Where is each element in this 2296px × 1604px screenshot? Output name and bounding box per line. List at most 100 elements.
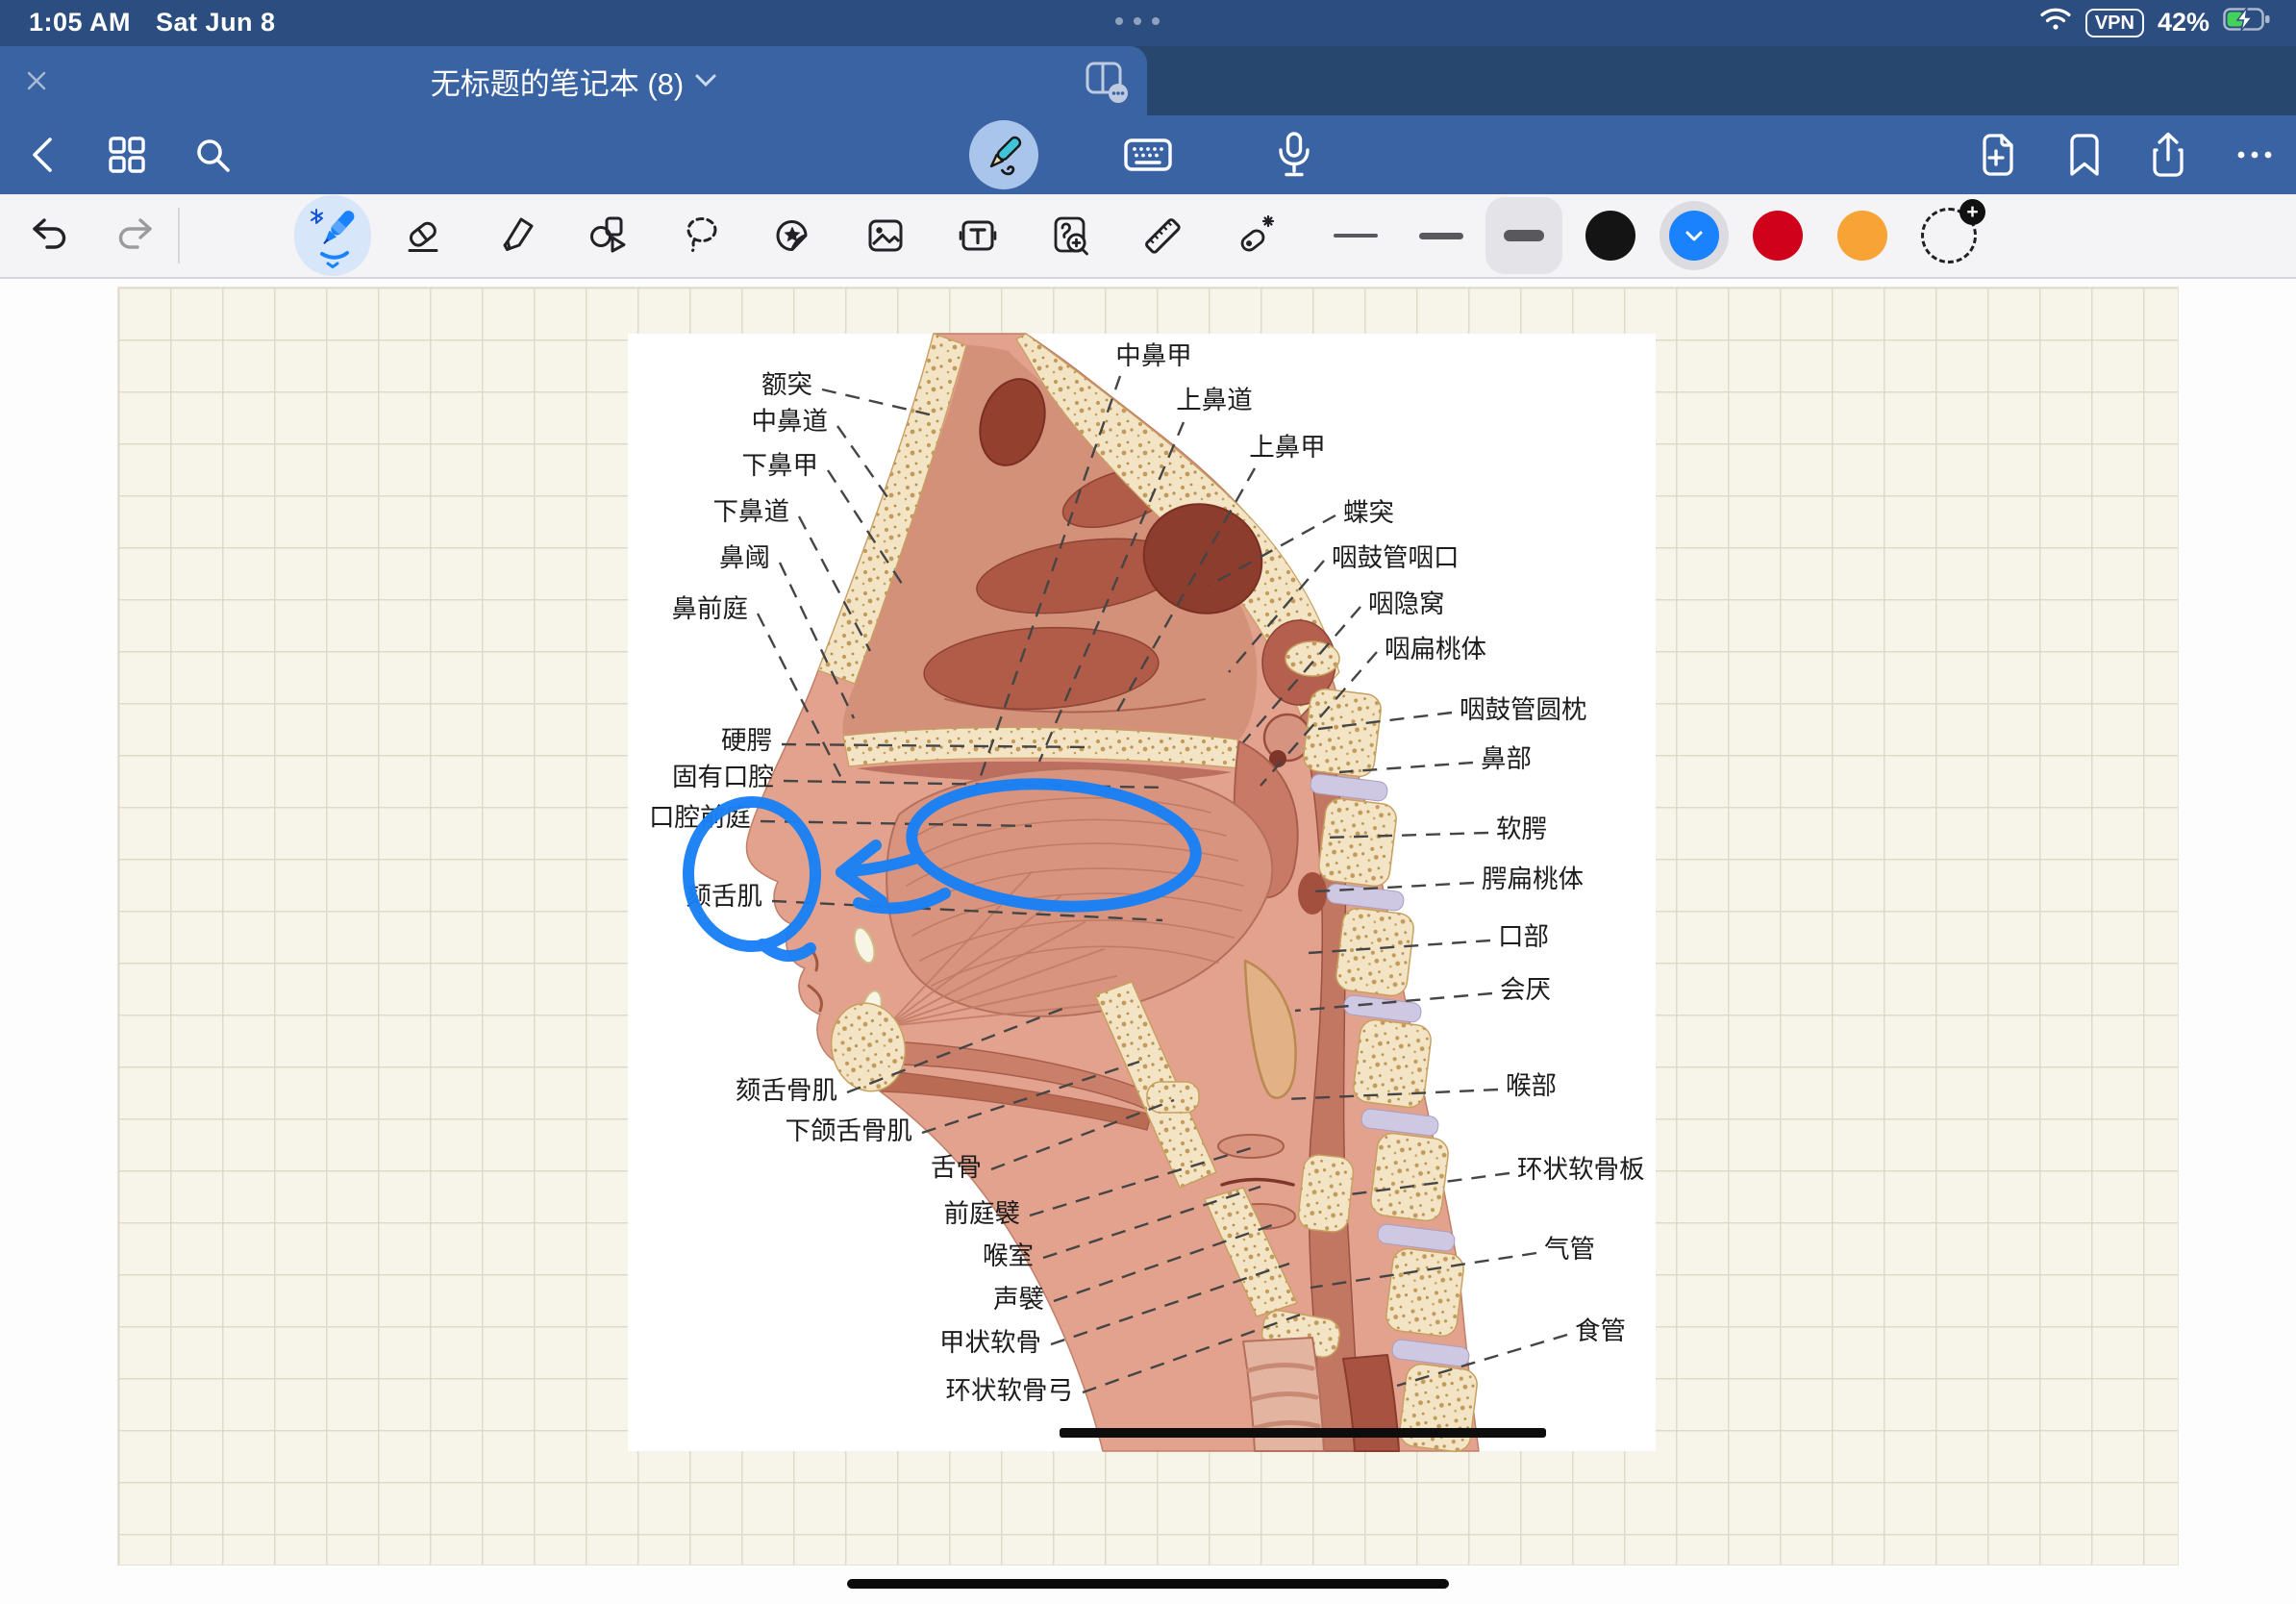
anatomy-label: 会厌 — [1500, 975, 1551, 1004]
back-icon — [25, 134, 63, 176]
add-page-button[interactable] — [1961, 115, 2034, 194]
custom-color-button[interactable]: + — [1910, 194, 1987, 277]
pen-tool-button[interactable] — [294, 194, 371, 277]
sticker-icon — [770, 213, 814, 258]
anatomy-label: 鼻部 — [1481, 744, 1532, 773]
highlighter-tool-button[interactable] — [479, 194, 556, 277]
anatomy-label: 咽隐窝 — [1368, 589, 1445, 618]
lasso-tool-button[interactable] — [663, 194, 740, 277]
anatomy-label: 中鼻道 — [752, 407, 829, 436]
thumbnails-grid-icon — [106, 134, 148, 176]
anatomy-label: 鼻阈 — [719, 543, 770, 572]
ruler-icon — [1140, 213, 1185, 258]
anatomy-label: 口部 — [1498, 922, 1549, 951]
tab-bar: 无标题的笔记本 (8) — [0, 46, 2296, 115]
notebook-tab[interactable]: 无标题的笔记本 (8) — [0, 46, 1147, 115]
laser-pointer-icon — [1233, 213, 1277, 258]
color-red-button[interactable] — [1739, 194, 1816, 277]
canvas-area: 中鼻甲上鼻道上鼻甲额突中鼻道下鼻甲下鼻道鼻阈鼻前庭蝶突咽鼓管咽口咽隐窝咽扁桃体咽… — [0, 279, 2296, 1604]
anatomy-label: 气管 — [1544, 1235, 1595, 1264]
battery-percent: 42% — [2158, 8, 2209, 38]
back-button[interactable] — [8, 115, 81, 194]
bookmark-button[interactable] — [2048, 115, 2121, 194]
search-button[interactable] — [176, 115, 249, 194]
text-tool-button[interactable] — [939, 194, 1016, 277]
anatomy-label: 喉室 — [983, 1241, 1034, 1270]
status-date: Sat Jun 8 — [156, 8, 276, 38]
dictation-button[interactable] — [1258, 115, 1331, 194]
anatomy-label: 咽扁桃体 — [1385, 635, 1486, 664]
multitask-dots-icon — [1115, 17, 1160, 25]
chevron-down-icon — [695, 74, 716, 88]
sticker-tool-button[interactable] — [754, 194, 831, 277]
search-icon — [191, 134, 234, 176]
pen-mode-button[interactable] — [967, 115, 1040, 194]
microphone-icon — [1272, 131, 1316, 179]
anatomy-figure[interactable]: 中鼻甲上鼻道上鼻甲额突中鼻道下鼻甲下鼻道鼻阈鼻前庭蝶突咽鼓管咽口咽隐窝咽扁桃体咽… — [628, 334, 1656, 1451]
split-view-pages-icon[interactable] — [1082, 58, 1132, 111]
pen-tool-icon — [303, 204, 362, 267]
anatomy-label: 前庭襞 — [944, 1199, 1021, 1228]
redo-button[interactable] — [96, 194, 173, 277]
anatomy-label: 颏舌骨肌 — [736, 1076, 837, 1105]
home-indicator[interactable] — [847, 1579, 1449, 1589]
color-orange-button[interactable] — [1824, 194, 1901, 277]
screen: 1:05 AM Sat Jun 8 VPN 42% — [0, 0, 2296, 1604]
more-button[interactable] — [2218, 115, 2291, 194]
anatomy-label: 喉部 — [1506, 1071, 1557, 1100]
status-time: 1:05 AM — [29, 8, 131, 38]
stroke-size-thin-button[interactable] — [1317, 194, 1394, 277]
image-tool-button[interactable] — [847, 194, 924, 277]
anatomy-label: 蝶突 — [1343, 498, 1394, 527]
toolbar-divider — [178, 208, 180, 263]
anatomy-label: 环状软骨弓 — [946, 1376, 1074, 1405]
keyboard-button[interactable] — [1111, 115, 1185, 194]
stroke-size-medium-button[interactable] — [1403, 194, 1480, 277]
more-icon — [2235, 149, 2274, 161]
undo-icon — [28, 213, 72, 258]
notebook-title[interactable]: 无标题的笔记本 (8) — [431, 60, 685, 103]
thumbnails-button[interactable] — [90, 115, 163, 194]
bookmark-icon — [2066, 132, 2103, 178]
share-icon — [2147, 131, 2189, 179]
anatomy-label: 下鼻甲 — [742, 451, 819, 480]
shapes-icon — [587, 213, 632, 258]
anatomy-label: 咽鼓管咽口 — [1332, 543, 1460, 572]
navigation-bar — [0, 115, 2296, 194]
vpn-badge: VPN — [2085, 9, 2144, 38]
undo-button[interactable] — [12, 194, 88, 277]
drawing-toolbar: + — [0, 194, 2296, 279]
anatomy-label: 咽鼓管圆枕 — [1460, 695, 1587, 724]
pen-mode-icon — [969, 120, 1038, 189]
color-blue-button[interactable] — [1656, 194, 1733, 277]
anatomy-label: 额突 — [761, 370, 812, 399]
study-snippet-tool-button[interactable] — [1032, 194, 1109, 277]
share-button[interactable] — [2132, 115, 2205, 194]
figure-black-bar — [1060, 1428, 1546, 1438]
anatomy-label: 声襞 — [993, 1285, 1044, 1314]
shapes-tool-button[interactable] — [571, 194, 648, 277]
study-snippet-icon — [1048, 213, 1092, 258]
wifi-icon — [2039, 7, 2072, 38]
text-icon — [956, 213, 1000, 258]
anatomy-label: 固有口腔 — [672, 763, 774, 791]
battery-charging-icon — [2223, 7, 2273, 38]
eraser-tool-button[interactable] — [385, 194, 462, 277]
color-black-button[interactable] — [1572, 194, 1649, 277]
keyboard-icon — [1123, 134, 1173, 176]
anatomy-label: 环状软骨板 — [1517, 1155, 1645, 1184]
anatomy-label: 食管 — [1575, 1316, 1626, 1345]
redo-icon — [112, 213, 157, 258]
anatomy-label: 下颌舌骨肌 — [786, 1116, 913, 1145]
notebook-page[interactable]: 中鼻甲上鼻道上鼻甲额突中鼻道下鼻甲下鼻道鼻阈鼻前庭蝶突咽鼓管咽口咽隐窝咽扁桃体咽… — [117, 287, 2179, 1566]
anatomy-label: 甲状软骨 — [939, 1328, 1041, 1357]
anatomy-label: 腭扁桃体 — [1482, 865, 1584, 893]
anatomy-label: 上鼻甲 — [1249, 433, 1326, 462]
highlighter-icon — [495, 213, 539, 258]
stroke-size-thick-button[interactable] — [1485, 194, 1562, 277]
ruler-tool-button[interactable] — [1124, 194, 1201, 277]
laser-pointer-tool-button[interactable] — [1216, 194, 1293, 277]
anatomy-label: 舌骨 — [931, 1153, 982, 1182]
anatomy-label: 下鼻道 — [713, 497, 790, 526]
chevron-down-icon — [1685, 231, 1703, 241]
